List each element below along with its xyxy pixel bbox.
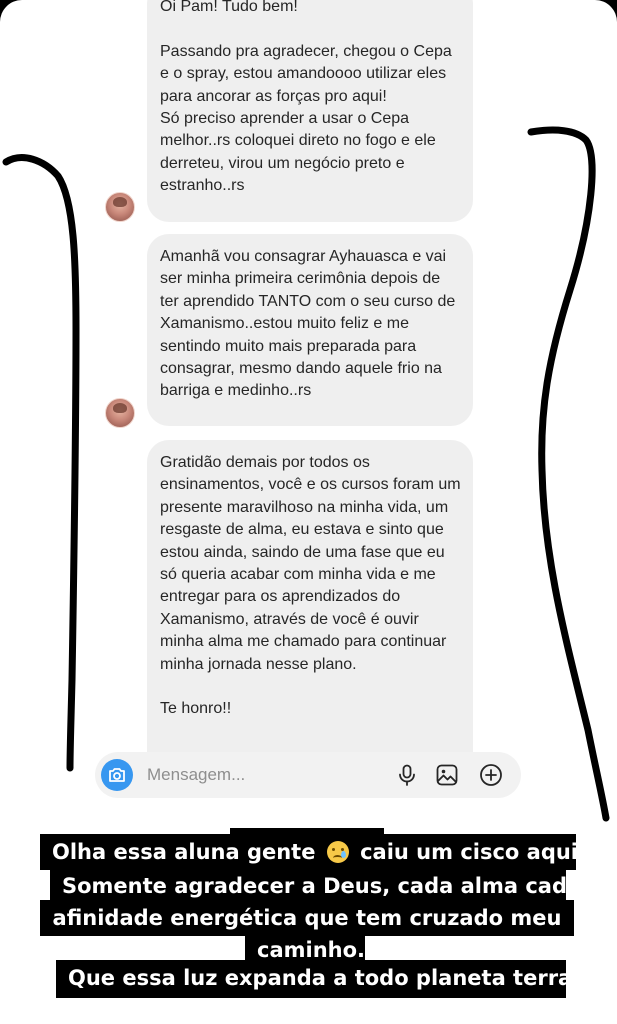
- caption-text: Olha essa aluna gente: [52, 840, 316, 864]
- caption-line: Que essa luz expanda a todo planeta terr…: [56, 960, 580, 998]
- caption-text: caiu um cisco aqui.: [360, 840, 586, 864]
- story-frame: Oi Pam! Tudo bem! Passando pra agradecer…: [0, 0, 617, 1024]
- story-caption: Olha essa aluna gente caiu um cisco aqui…: [0, 0, 617, 1024]
- crying-face-emoji-icon: [326, 841, 349, 863]
- caption-line: Olha essa aluna gente caiu um cisco aqui…: [40, 834, 586, 870]
- caption-line: Somente agradecer a Deus, cada alma cada: [50, 868, 581, 904]
- caption-line: afinidade energética que tem cruzado meu: [40, 900, 574, 936]
